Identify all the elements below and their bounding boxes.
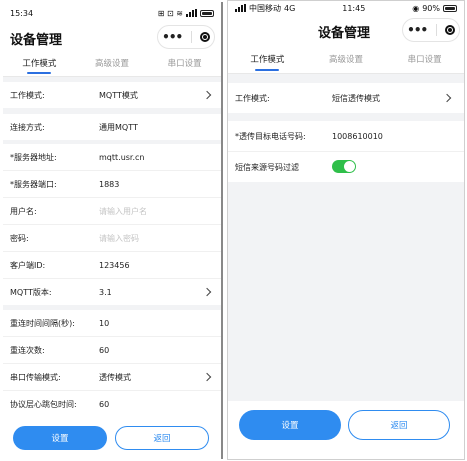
row-value[interactable]: 60 <box>99 400 109 409</box>
row-work-mode[interactable]: 工作模式: 短信透传模式 <box>228 83 464 113</box>
right-phone-screen: 中国移动 4G 11:45 ◉ 90% 设备管理 ••• 工作模式 高级设置 串… <box>227 0 465 460</box>
status-icons: ⊞ ⊡ ≋ <box>158 9 214 18</box>
signal-icon <box>235 4 246 12</box>
row-value: 透传模式 <box>99 372 131 382</box>
status-bar: 中国移动 4G 11:45 ◉ 90% <box>228 1 464 15</box>
more-icon[interactable]: ••• <box>407 24 428 36</box>
row-value[interactable]: 123456 <box>99 261 130 270</box>
chevron-right-icon <box>202 372 212 382</box>
chevron-right-icon <box>442 93 452 103</box>
row-heartbeat-time[interactable]: 协议层心跳包时间: 60 <box>3 391 221 417</box>
battery-icon <box>200 9 214 17</box>
status-time: 15:34 <box>10 8 34 18</box>
close-target-icon[interactable] <box>199 32 210 42</box>
row-label: MQTT版本: <box>10 287 52 297</box>
tab-work-mode[interactable]: 工作模式 <box>3 50 76 76</box>
tab-bar: 工作模式 高级设置 串口设置 <box>3 50 221 77</box>
row-target-phone[interactable]: *透传目标电话号码: 1008610010 <box>228 121 464 152</box>
row-label: 工作模式: <box>235 93 270 103</box>
row-mqtt-version[interactable]: MQTT版本: 3.1 <box>3 279 221 305</box>
row-value: 短信透传模式 <box>332 93 380 103</box>
signal-icon <box>186 9 197 17</box>
set-button[interactable]: 设置 <box>13 426 107 450</box>
page-title: 设备管理 <box>318 26 371 41</box>
status-right: ◉ 90% <box>412 4 457 13</box>
row-connect-method[interactable]: 连接方式: 通用MQTT <box>3 114 221 140</box>
row-label: 工作模式: <box>10 90 45 100</box>
mini-program-capsule: ••• <box>402 18 460 42</box>
title-bar: 设备管理 ••• <box>3 24 221 50</box>
close-target-icon[interactable] <box>444 25 455 35</box>
target-phone-input[interactable]: 1008610010 <box>332 132 383 141</box>
network-type: 4G <box>284 3 296 13</box>
chevron-right-icon <box>202 287 212 297</box>
tab-bar: 工作模式 高级设置 串口设置 <box>228 45 464 74</box>
sms-filter-toggle[interactable] <box>332 160 356 173</box>
row-value[interactable]: 1883 <box>99 180 119 189</box>
row-value: 通用MQTT <box>99 122 138 132</box>
row-label: 密码: <box>10 233 29 243</box>
tab-advanced[interactable]: 高级设置 <box>76 50 149 76</box>
password-input[interactable]: 请输入密码 <box>99 233 139 244</box>
row-label: 客户端ID: <box>10 260 46 270</box>
button-bar: 设置 返回 <box>228 401 464 459</box>
row-sms-filter[interactable]: 短信来源号码过滤 <box>228 152 464 182</box>
tab-work-mode[interactable]: 工作模式 <box>228 45 307 73</box>
tab-serial[interactable]: 串口设置 <box>385 45 464 73</box>
row-value[interactable]: 60 <box>99 346 109 355</box>
more-icon[interactable]: ••• <box>162 31 183 43</box>
status-bar: 15:34 ⊞ ⊡ ≋ <box>3 2 221 24</box>
row-value: MQTT模式 <box>99 90 138 100</box>
carrier-name: 中国移动 <box>249 3 281 13</box>
battery-percent: 90% <box>422 3 440 13</box>
alarm-icon: ◉ <box>412 3 420 13</box>
row-username[interactable]: 用户名: 请输入用户名 <box>3 198 221 225</box>
page-title: 设备管理 <box>10 33 63 48</box>
row-reconnect-count[interactable]: 重连次数: 60 <box>3 337 221 364</box>
row-label: *服务器端口: <box>10 179 57 189</box>
row-label: 协议层心跳包时间: <box>10 399 77 409</box>
row-work-mode[interactable]: 工作模式: MQTT模式 <box>3 82 221 108</box>
set-button[interactable]: 设置 <box>239 410 341 440</box>
row-label: *透传目标电话号码: <box>235 131 306 141</box>
row-label: 重连次数: <box>10 345 45 355</box>
row-password[interactable]: 密码: 请输入密码 <box>3 225 221 252</box>
title-bar: 设备管理 ••• <box>228 15 464 45</box>
tab-advanced[interactable]: 高级设置 <box>307 45 386 73</box>
mini-program-capsule: ••• <box>157 25 215 49</box>
row-label: 串口传输模式: <box>10 372 61 382</box>
row-value[interactable]: mqtt.usr.cn <box>99 153 145 162</box>
row-reconnect-interval[interactable]: 重连时间间隔(秒): 10 <box>3 310 221 337</box>
back-button[interactable]: 返回 <box>115 426 209 450</box>
back-button[interactable]: 返回 <box>348 410 450 440</box>
chevron-right-icon <box>202 90 212 100</box>
row-value: 3.1 <box>99 287 112 297</box>
button-bar: 设置 返回 <box>3 417 221 459</box>
row-client-id[interactable]: 客户端ID: 123456 <box>3 252 221 279</box>
row-label: 重连时间间隔(秒): <box>10 318 75 328</box>
row-serial-mode[interactable]: 串口传输模式: 透传模式 <box>3 364 221 391</box>
battery-icon <box>443 4 457 12</box>
row-label: 连接方式: <box>10 122 45 132</box>
row-label: 短信来源号码过滤 <box>235 162 299 172</box>
status-left: 中国移动 4G <box>235 3 295 14</box>
left-phone-screen: 15:34 ⊞ ⊡ ≋ 设备管理 ••• 工作模式 高级设置 串口设置 工作模式… <box>3 2 223 459</box>
row-server-address[interactable]: *服务器地址: mqtt.usr.cn <box>3 144 221 171</box>
username-input[interactable]: 请输入用户名 <box>99 206 147 217</box>
status-time: 11:45 <box>342 3 366 13</box>
status-misc-icons: ⊞ ⊡ ≋ <box>157 8 183 18</box>
row-label: *服务器地址: <box>10 152 57 162</box>
tab-serial[interactable]: 串口设置 <box>148 50 221 76</box>
row-label: 用户名: <box>10 206 37 216</box>
row-value[interactable]: 10 <box>99 319 109 328</box>
row-server-port[interactable]: *服务器端口: 1883 <box>3 171 221 198</box>
